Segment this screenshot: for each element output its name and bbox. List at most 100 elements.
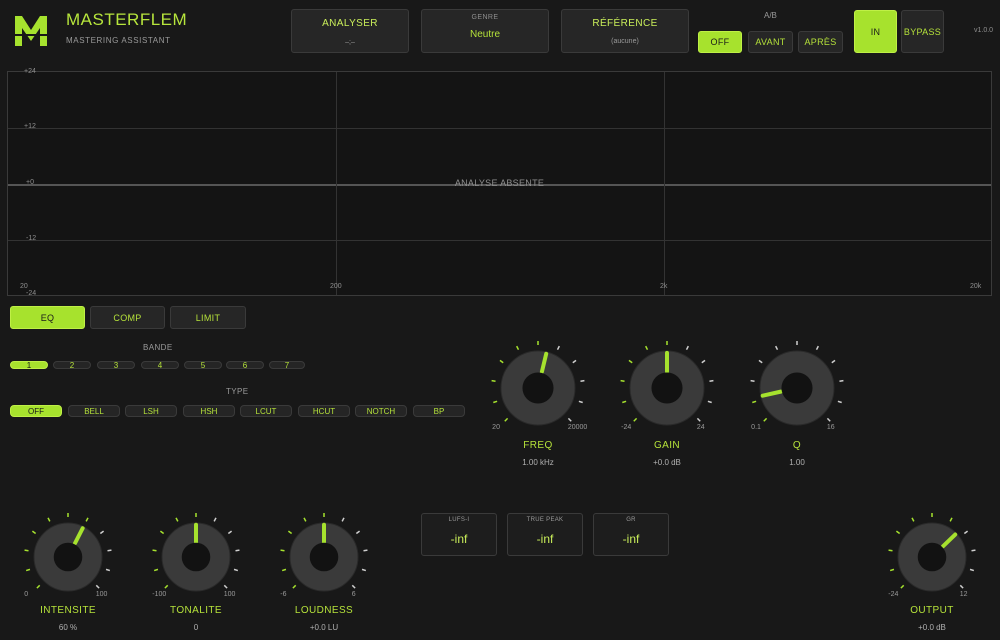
app-subtitle: MASTERING ASSISTANT bbox=[66, 36, 171, 45]
knob-tick bbox=[763, 417, 768, 422]
freq-max-label: 20000 bbox=[567, 423, 588, 431]
q-min-label: 0.1 bbox=[751, 423, 761, 431]
knob-tick bbox=[99, 530, 105, 535]
knob-tick bbox=[971, 549, 976, 552]
knob-tick bbox=[105, 568, 111, 572]
type-button-hsh[interactable]: HSH bbox=[183, 405, 235, 417]
grid-line bbox=[8, 240, 991, 241]
band-button-3[interactable]: 3 bbox=[97, 361, 135, 370]
x-tick-label: 200 bbox=[330, 283, 342, 290]
genre-value: Neutre bbox=[469, 29, 500, 40]
knob-tick bbox=[281, 568, 287, 572]
q-label: Q bbox=[792, 440, 802, 451]
knob-tick bbox=[750, 379, 755, 383]
knob-tick bbox=[969, 568, 975, 572]
reference-label: RÉFÉRENCE bbox=[592, 18, 658, 29]
tab-comp[interactable]: COMP bbox=[90, 306, 165, 329]
knob-tick bbox=[24, 549, 29, 552]
analyser-status: ANALYSE ABSENTE bbox=[454, 178, 545, 188]
knob-tick bbox=[895, 530, 901, 535]
band-button-5[interactable]: 5 bbox=[184, 361, 222, 370]
knob-tick bbox=[949, 517, 953, 522]
type-button-notch[interactable]: NOTCH bbox=[355, 405, 407, 417]
ab-off-button[interactable]: OFF bbox=[698, 31, 742, 53]
knob-tick bbox=[292, 584, 297, 589]
knob-tick bbox=[888, 549, 893, 552]
knob-tick bbox=[622, 400, 627, 404]
knob-tick bbox=[839, 379, 844, 383]
knob-tick bbox=[900, 584, 905, 589]
gain-value: +0.0 dB bbox=[653, 458, 681, 467]
knob-tick bbox=[164, 584, 169, 589]
output-min-label: -24 bbox=[888, 590, 899, 598]
knob-tick bbox=[95, 584, 100, 589]
meter-gr: GR -inf bbox=[593, 513, 669, 556]
band-button-4[interactable]: 4 bbox=[141, 361, 179, 370]
meter-label: LUFS-I bbox=[448, 517, 470, 523]
band-button-2[interactable]: 2 bbox=[53, 361, 91, 370]
analyser-button[interactable]: ANALYSER –;– bbox=[291, 9, 409, 53]
freq-value: 1.00 kHz bbox=[522, 458, 554, 467]
intensite-label: INTENSITE bbox=[40, 605, 96, 616]
knob-tick bbox=[287, 530, 293, 535]
knob-tick bbox=[152, 549, 157, 552]
meter-true-peak: TRUE PEAK -inf bbox=[507, 513, 583, 556]
type-button-hcut[interactable]: HCUT bbox=[298, 405, 350, 417]
freq-min-label: 20 bbox=[492, 423, 500, 431]
tab-limit[interactable]: LIMIT bbox=[170, 306, 246, 329]
knob-hub bbox=[309, 542, 339, 572]
ab-before-button[interactable]: AVANT bbox=[748, 31, 793, 53]
knob-tick bbox=[911, 517, 915, 522]
knob-hub bbox=[781, 372, 813, 404]
loudness-knob[interactable] bbox=[274, 507, 374, 607]
knob-tick bbox=[959, 584, 964, 589]
output-value: +0.0 dB bbox=[918, 623, 946, 632]
knob-tick bbox=[685, 345, 690, 351]
tab-eq[interactable]: EQ bbox=[10, 306, 85, 329]
knob-tick bbox=[233, 568, 239, 572]
loudness-min-label: -6 bbox=[280, 590, 287, 598]
y-tick-label: -24 bbox=[26, 290, 37, 297]
tonalite-value: 0 bbox=[193, 623, 199, 632]
in-button[interactable]: IN bbox=[854, 10, 897, 53]
type-button-bp[interactable]: BP bbox=[413, 405, 465, 417]
freq-label: FREQ bbox=[523, 440, 553, 451]
knob-tick bbox=[31, 530, 37, 535]
knob-tick bbox=[363, 549, 368, 552]
knob-tick bbox=[567, 417, 572, 422]
type-button-off[interactable]: OFF bbox=[10, 405, 62, 417]
band-button-1[interactable]: 1 bbox=[10, 361, 48, 370]
knob-tick bbox=[774, 345, 779, 351]
tonalite-min-label: -100 bbox=[152, 590, 167, 598]
knob-tick bbox=[963, 530, 969, 535]
band-button-6[interactable]: 6 bbox=[226, 361, 264, 370]
type-label: TYPE bbox=[226, 387, 249, 396]
knob-tick bbox=[355, 530, 361, 535]
loudness-value: +0.0 LU bbox=[309, 623, 339, 632]
type-button-lcut[interactable]: LCUT bbox=[240, 405, 292, 417]
ab-after-button[interactable]: APRÈS bbox=[798, 31, 843, 53]
output-label: OUTPUT bbox=[910, 605, 954, 616]
genre-select[interactable]: GENRE Neutre bbox=[421, 9, 549, 53]
bypass-button[interactable]: BYPASS bbox=[901, 10, 944, 53]
knob-tick bbox=[159, 530, 165, 535]
type-button-bell[interactable]: BELL bbox=[68, 405, 120, 417]
knob-tick bbox=[758, 359, 763, 364]
gain-label: GAIN bbox=[653, 440, 681, 451]
band-button-7[interactable]: 7 bbox=[269, 361, 305, 370]
knob-tick bbox=[351, 584, 356, 589]
knob-tick bbox=[493, 400, 498, 404]
type-button-lsh[interactable]: LSH bbox=[125, 405, 177, 417]
knob-tick bbox=[815, 345, 820, 351]
reference-select[interactable]: RÉFÉRENCE (aucune) bbox=[561, 9, 689, 53]
knob-tick bbox=[578, 400, 583, 404]
knob-tick bbox=[303, 517, 307, 522]
band-label: BANDE bbox=[143, 343, 173, 352]
intensite-min-label: 0 bbox=[24, 590, 29, 598]
meter-label: TRUE PEAK bbox=[526, 517, 564, 523]
knob-tick bbox=[504, 417, 509, 422]
intensite-value: 60 % bbox=[58, 623, 78, 632]
knob-tick bbox=[644, 345, 649, 351]
knob-tick bbox=[280, 549, 285, 552]
version-label: v1.0.0 bbox=[974, 27, 994, 34]
